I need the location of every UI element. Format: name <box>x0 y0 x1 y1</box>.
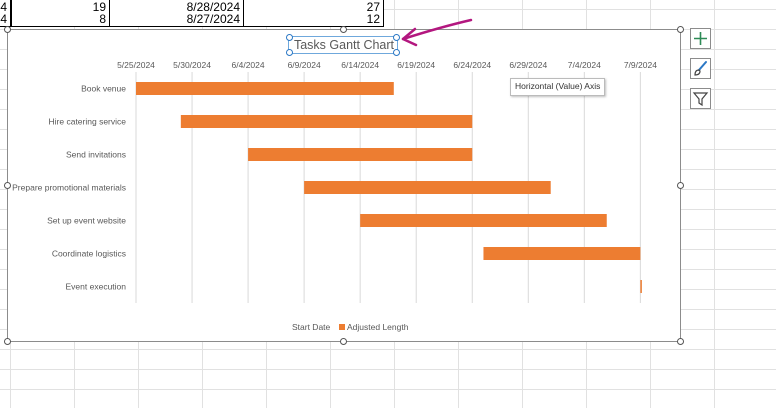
filter-icon <box>692 92 709 107</box>
chart-styles-button[interactable] <box>690 58 711 79</box>
x-tick-label[interactable]: 7/4/2024 <box>568 60 601 70</box>
x-tick-label[interactable]: 5/30/2024 <box>173 60 211 70</box>
x-tick-label[interactable]: 6/29/2024 <box>509 60 547 70</box>
resize-handle-top-left[interactable] <box>4 26 11 33</box>
visible-data-rows: 4 19 8/28/2024 27 4 8 8/27/2024 12 <box>0 0 400 30</box>
y-category-label[interactable]: Set up event website <box>47 216 126 226</box>
brush-icon <box>694 61 707 76</box>
gantt-bar[interactable] <box>640 280 642 293</box>
chart-title-selection[interactable]: Tasks Gantt Chart <box>286 34 400 56</box>
title-handle[interactable] <box>286 34 293 41</box>
cell[interactable]: 4 <box>0 12 11 27</box>
x-tick-label[interactable]: 6/19/2024 <box>397 60 435 70</box>
axis-tooltip: Horizontal (Value) Axis <box>510 78 606 96</box>
plus-icon <box>694 32 707 45</box>
annotation-arrow-icon <box>401 18 473 47</box>
chart-legend[interactable]: Start Date Adjusted Length <box>292 322 409 332</box>
resize-handle-top-right[interactable] <box>677 26 684 33</box>
table-row[interactable]: 4 8 8/27/2024 12 <box>0 12 384 27</box>
chart-elements-button[interactable] <box>690 28 711 49</box>
x-tick-label[interactable]: 7/9/2024 <box>624 60 657 70</box>
gantt-bar[interactable] <box>483 247 641 260</box>
y-category-label[interactable]: Send invitations <box>66 150 126 160</box>
cell[interactable]: 8/27/2024 <box>109 12 244 27</box>
gantt-bar[interactable] <box>360 214 607 227</box>
legend-item-adjusted-length[interactable]: Adjusted Length <box>347 322 409 332</box>
gantt-bar[interactable] <box>304 181 551 194</box>
gantt-chart-area[interactable]: 5/25/2024 5/30/2024 6/4/2024 6/9/2024 6/14/2… <box>7 29 681 342</box>
gantt-bar[interactable] <box>136 82 394 95</box>
gantt-bar[interactable] <box>248 148 473 161</box>
resize-handle-left[interactable] <box>4 182 11 189</box>
y-category-label[interactable]: Hire catering service <box>49 117 127 127</box>
chart-title[interactable]: Tasks Gantt Chart <box>289 37 399 55</box>
y-category-label[interactable]: Book venue <box>81 84 126 94</box>
resize-handle-top[interactable] <box>340 26 347 33</box>
cell[interactable]: 12 <box>243 12 384 27</box>
y-category-label[interactable]: Event execution <box>66 282 127 292</box>
resize-handle-right[interactable] <box>677 182 684 189</box>
title-handle[interactable] <box>286 49 293 56</box>
x-tick-label[interactable]: 6/9/2024 <box>288 60 321 70</box>
legend-swatch <box>339 324 345 330</box>
x-tick-label[interactable]: 6/14/2024 <box>341 60 379 70</box>
resize-handle-bottom[interactable] <box>340 338 347 345</box>
gantt-bar[interactable] <box>180 115 473 128</box>
y-category-label[interactable]: Coordinate logistics <box>52 249 126 259</box>
chart-filters-button[interactable] <box>690 88 711 109</box>
legend-item-start-date[interactable]: Start Date <box>292 322 331 332</box>
x-tick-label[interactable]: 6/24/2024 <box>453 60 491 70</box>
x-tick-label[interactable]: 5/25/2024 <box>117 60 155 70</box>
resize-handle-bottom-left[interactable] <box>4 338 11 345</box>
resize-handle-bottom-right[interactable] <box>677 338 684 345</box>
chart-plot-svg[interactable]: 5/25/2024 5/30/2024 6/4/2024 6/9/2024 6/14/2… <box>8 30 680 341</box>
x-tick-label[interactable]: 6/4/2024 <box>232 60 265 70</box>
cell[interactable]: 8 <box>11 12 110 27</box>
y-category-label[interactable]: Prepare promotional materials <box>12 183 126 193</box>
